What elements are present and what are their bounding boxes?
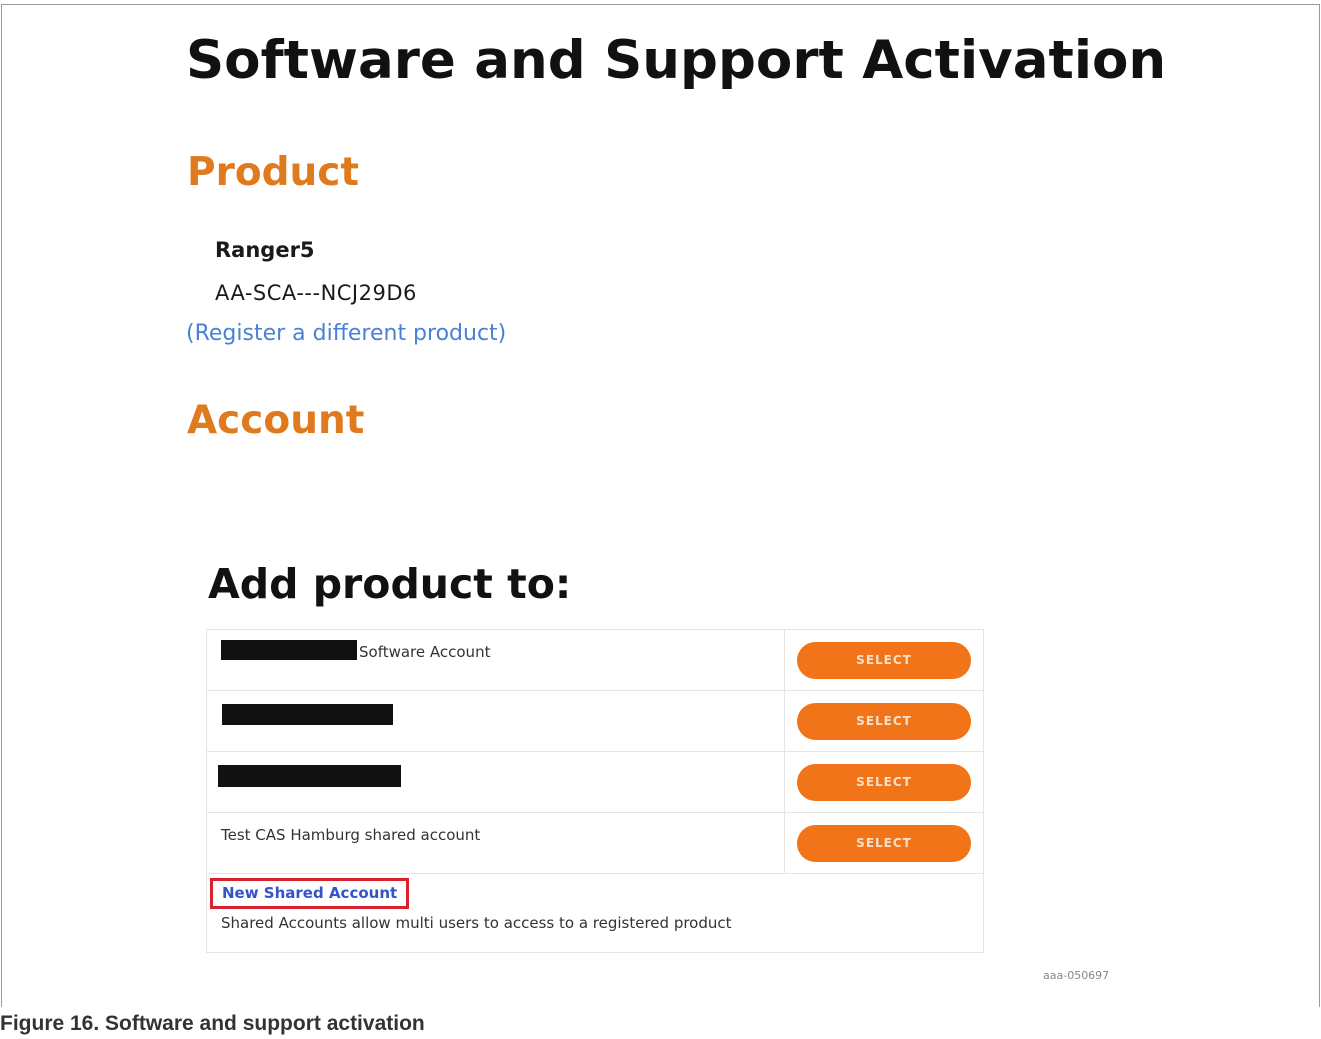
select-button[interactable]: SELECT: [797, 763, 972, 801]
account-table: Software Account SELECT SELECT SELECT Te…: [205, 629, 984, 953]
new-shared-account-link[interactable]: New Shared Account: [210, 878, 410, 909]
redacted-block: [218, 765, 401, 787]
account-heading: Account: [187, 398, 365, 443]
action-cell: SELECT: [784, 629, 984, 691]
register-different-product-link[interactable]: (Register a different product): [186, 321, 506, 346]
account-name-cell: [205, 751, 786, 813]
page-title: Software and Support Activation: [186, 30, 1167, 91]
account-name-cell: Software Account: [205, 629, 786, 691]
action-cell: SELECT: [784, 690, 984, 752]
select-button[interactable]: SELECT: [797, 641, 972, 679]
action-cell: SELECT: [784, 812, 984, 874]
table-row: Test CAS Hamburg shared account SELECT: [205, 812, 984, 874]
table-row: Software Account SELECT: [205, 629, 984, 691]
redacted-block: [222, 704, 393, 725]
table-row: SELECT: [205, 690, 984, 752]
table-row: New Shared Account Shared Accounts allow…: [206, 873, 984, 953]
select-button[interactable]: SELECT: [797, 824, 972, 862]
figure-caption: Figure 16. Software and support activati…: [0, 1012, 425, 1035]
new-shared-account-cell: New Shared Account Shared Accounts allow…: [206, 873, 984, 953]
redacted-block: [221, 640, 357, 660]
account-name-cell: Test CAS Hamburg shared account: [205, 812, 786, 874]
product-heading: Product: [187, 150, 360, 195]
product-name: Ranger5: [215, 238, 315, 262]
select-button[interactable]: SELECT: [797, 702, 972, 740]
action-cell: SELECT: [784, 751, 984, 813]
figure-id: aaa-050697: [1043, 969, 1110, 982]
table-row: SELECT: [205, 751, 984, 813]
product-code: AA-SCA---NCJ29D6: [215, 281, 417, 305]
account-name-cell: [205, 690, 786, 752]
shared-accounts-description: Shared Accounts allow multi users to acc…: [221, 914, 732, 932]
add-product-heading: Add product to:: [208, 560, 572, 608]
account-label: Software Account: [359, 643, 491, 661]
account-label: Test CAS Hamburg shared account: [221, 826, 481, 844]
